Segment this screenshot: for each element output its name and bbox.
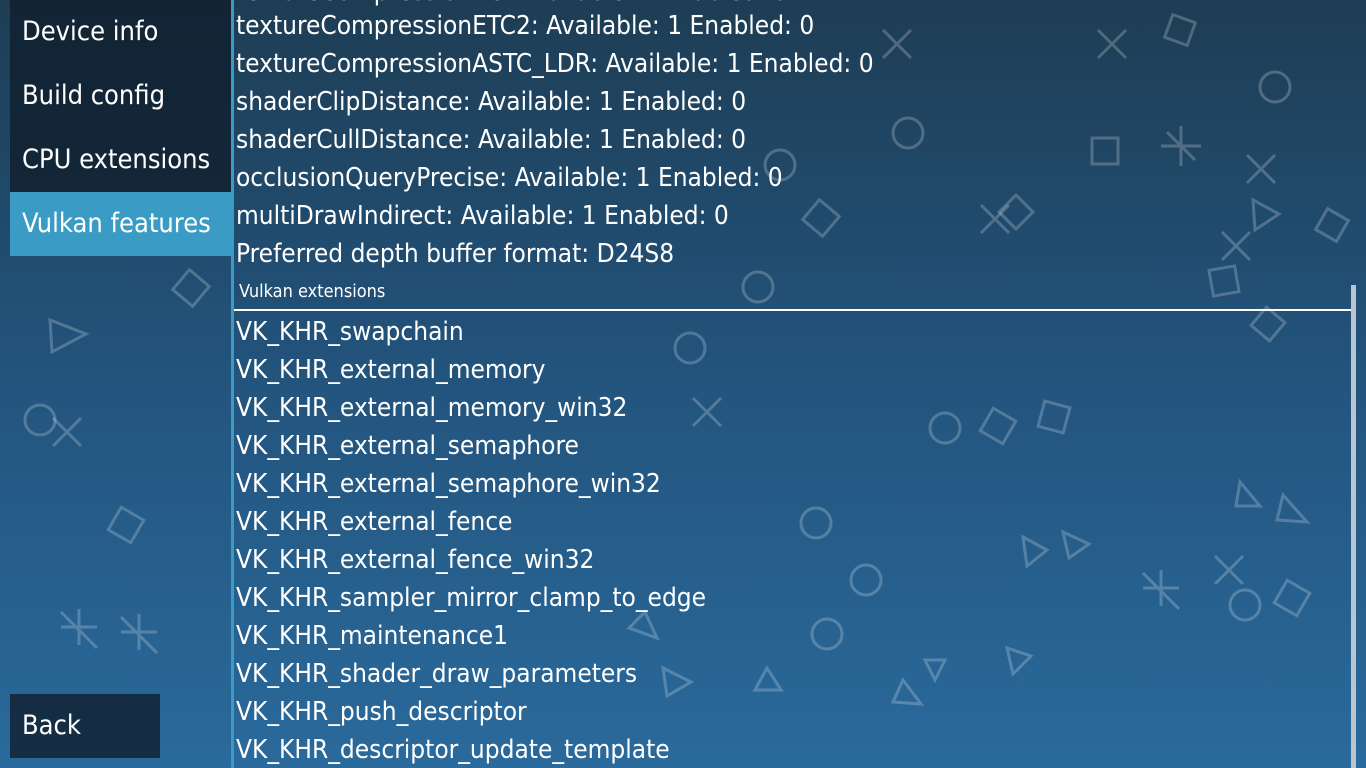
extension-item: VK_KHR_descriptor_update_template [236, 735, 670, 765]
sidebar-divider [231, 0, 234, 768]
scrollbar[interactable] [1351, 285, 1356, 768]
extension-item: VK_KHR_maintenance1 [236, 621, 509, 651]
extension-item: VK_KHR_sampler_mirror_clamp_to_edge [236, 583, 707, 613]
sidebar-item-cpu-extensions[interactable]: CPU extensions [10, 128, 232, 192]
extension-item: VK_KHR_external_memory_win32 [236, 393, 628, 423]
extension-item: VK_KHR_swapchain [236, 317, 464, 347]
extension-item: VK_KHR_external_fence [236, 507, 513, 537]
extension-item: VK_KHR_external_fence_win32 [236, 545, 595, 575]
feature-line: occlusionQueryPrecise: Available: 1 Enab… [236, 163, 783, 193]
feature-line: shaderCullDistance: Available: 1 Enabled… [236, 125, 747, 155]
extension-item: VK_KHR_external_semaphore [236, 431, 579, 461]
section-divider [234, 309, 1356, 311]
back-button[interactable]: Back [10, 694, 160, 758]
extension-item: VK_KHR_external_semaphore_win32 [236, 469, 661, 499]
feature-line: textureCompressionASTC_LDR: Available: 1… [236, 49, 874, 79]
sidebar-item-build-config[interactable]: Build config [10, 64, 232, 128]
extension-item: VK_KHR_shader_draw_parameters [236, 659, 638, 689]
sidebar-item-vulkan-features[interactable]: Vulkan features [10, 192, 232, 256]
sidebar: Device info Build config CPU extensions … [0, 0, 232, 768]
sidebar-item-device-info[interactable]: Device info [10, 0, 232, 64]
feature-line: shaderClipDistance: Available: 1 Enabled… [236, 87, 747, 117]
features-content[interactable]: textureCompressionBC: Available: 1 Enabl… [234, 0, 1356, 768]
feature-line: textureCompressionETC2: Available: 1 Ena… [236, 11, 815, 41]
feature-line: multiDrawIndirect: Available: 1 Enabled:… [236, 201, 729, 231]
depth-format-line: Preferred depth buffer format: D24S8 [236, 239, 675, 269]
vulkan-extensions-header: Vulkan extensions [239, 281, 386, 302]
extension-item: VK_KHR_push_descriptor [236, 697, 527, 727]
extension-item: VK_KHR_external_memory [236, 355, 546, 385]
